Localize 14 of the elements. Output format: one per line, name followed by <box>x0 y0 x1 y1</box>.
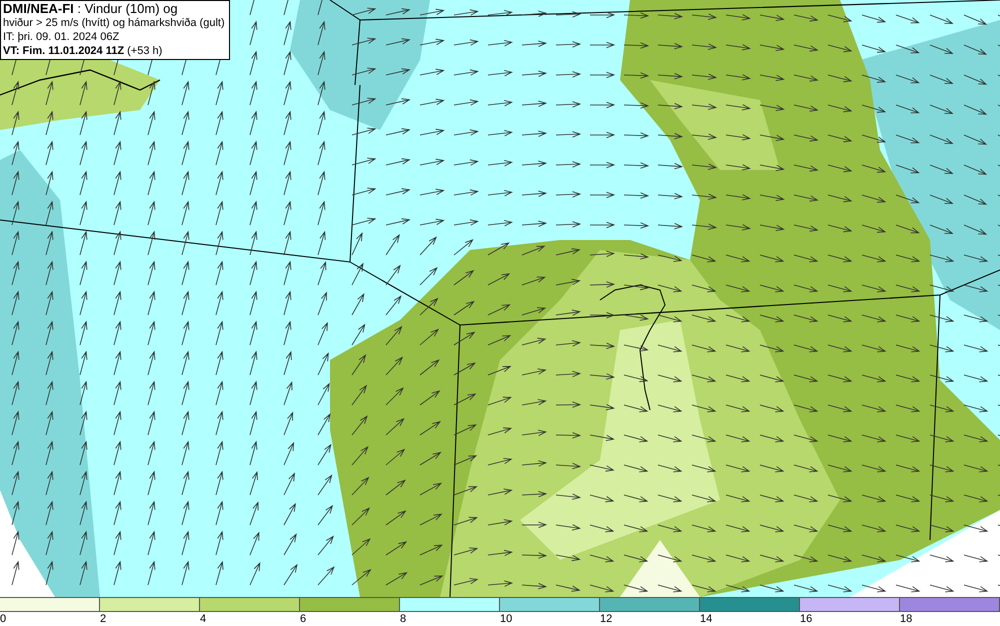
title-line: IT: þri. 09. 01. 2024 06Z <box>3 30 120 44</box>
scale-label: 2 <box>100 613 106 625</box>
title-line: DMI/NEA-FI : Vindur (10m) og <box>3 2 179 16</box>
scale-label: 0 <box>0 613 6 625</box>
scale-label: 16 <box>800 613 812 625</box>
title-line: VT: Fim. 11.01.2024 11Z (+53 h) <box>3 44 164 58</box>
scale-label: 18 <box>900 613 912 625</box>
title-line: hviður > 25 m/s (hvítt) og hámarkshviða (gult) <box>3 16 226 30</box>
scale-label: 12 <box>600 613 612 625</box>
scale-label: 6 <box>300 613 306 625</box>
scale-label: 4 <box>200 613 206 625</box>
scale-label: 14 <box>700 613 712 625</box>
scale-label: 10 <box>500 613 512 625</box>
scale-label: 8 <box>400 613 406 625</box>
